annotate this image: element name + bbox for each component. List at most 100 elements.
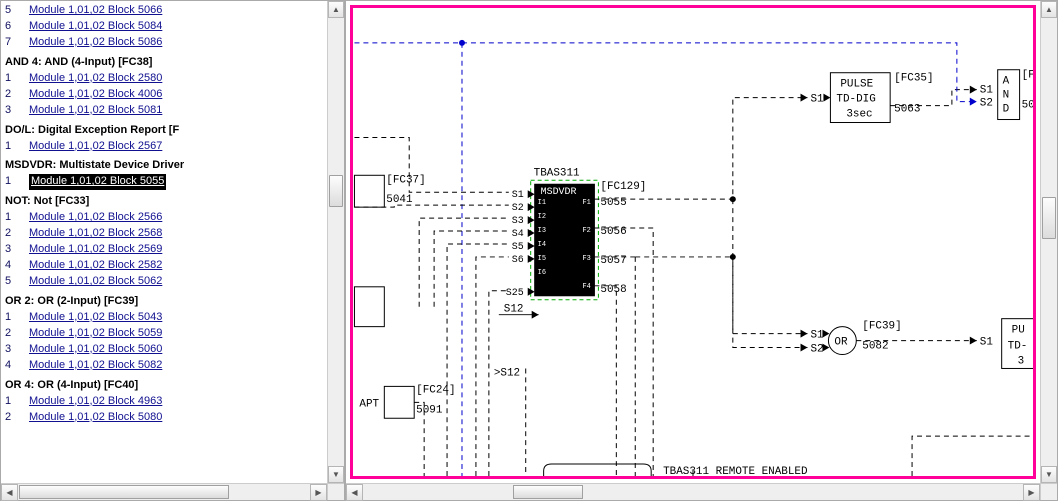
block-sub: TD- xyxy=(1008,341,1028,353)
tree-index: 4 xyxy=(5,258,17,274)
tree-index: 1 xyxy=(5,174,17,190)
svg-text:F3: F3 xyxy=(582,255,590,263)
arrowhead-icon xyxy=(801,330,808,338)
tree-link[interactable]: Module 1,01,02 Block 2569 xyxy=(29,242,162,258)
tree-group-header[interactable]: NOT: Not [FC33] xyxy=(5,194,340,210)
diagram-canvas[interactable]: S12 >S12 [FC37] 5041 APT [FC24] 5091 TBA… xyxy=(350,5,1036,479)
tree-row[interactable]: 1Module 1,01,02 Block 4963 xyxy=(5,394,340,410)
pin-label: >S12 xyxy=(494,367,520,379)
tree-row[interactable]: 1Module 1,01,02 Block 2566 xyxy=(5,210,340,226)
arrowhead-icon xyxy=(970,86,977,94)
block-output: 5091 xyxy=(416,404,443,416)
tree-link[interactable]: Module 1,01,02 Block 2566 xyxy=(29,210,162,226)
tree-link[interactable]: Module 1,01,02 Block 5066 xyxy=(29,3,162,19)
tree-group-header[interactable]: DO/L: Digital Exception Report [F xyxy=(5,123,340,139)
block-split[interactable] xyxy=(354,287,384,327)
block-title: TBAS311 xyxy=(534,167,580,179)
arrowhead-icon xyxy=(801,94,808,102)
block-fc-label: [FC39] xyxy=(862,321,901,333)
block-fc24[interactable] xyxy=(384,386,414,418)
tree-group-header[interactable]: MSDVDR: Multistate Device Driver xyxy=(5,158,340,174)
tree-group-header[interactable]: OR 2: OR (2-Input) [FC39] xyxy=(5,294,340,310)
block-sub: 3 xyxy=(1018,355,1025,367)
scroll-thumb[interactable] xyxy=(513,485,583,499)
tree-row[interactable]: 6 Module 1,01,02 Block 5084 xyxy=(5,19,340,35)
scroll-right-button[interactable]: ▶ xyxy=(310,484,327,501)
scroll-down-button[interactable]: ▼ xyxy=(1041,466,1057,483)
tree-vertical-scrollbar[interactable]: ▲ ▼ xyxy=(327,1,344,483)
scroll-left-button[interactable]: ◀ xyxy=(346,484,363,501)
wire xyxy=(354,137,508,192)
tree-link[interactable]: Module 1,01,02 Block 5055 xyxy=(29,174,166,190)
tree-link[interactable]: Module 1,01,02 Block 5081 xyxy=(29,103,162,119)
svg-text:I3: I3 xyxy=(538,227,546,235)
tree-row[interactable]: 2 Module 1,01,02 Block 5059 xyxy=(5,326,340,342)
arrowhead-icon xyxy=(970,98,977,106)
arrowhead-icon xyxy=(801,344,808,352)
tree-row[interactable]: 1Module 1,01,02 Block 2580 xyxy=(5,71,340,87)
pin-label: S2 xyxy=(810,344,823,356)
tree-row[interactable]: 3Module 1,01,02 Block 2569 xyxy=(5,242,340,258)
tree-row[interactable]: 4 Module 1,01,02 Block 2582 xyxy=(5,258,340,274)
pin-label: S2 xyxy=(980,98,993,110)
block-sub: TD-DIG xyxy=(836,94,875,106)
wire xyxy=(447,244,509,476)
block-fc-label: [FC129] xyxy=(600,181,646,193)
tree-link[interactable]: Module 1,01,02 Block 5059 xyxy=(29,326,162,342)
tree-link[interactable]: Module 1,01,02 Block 5043 xyxy=(29,310,162,326)
tree-pane: 5 Module 1,01,02 Block 5066 6 Module 1,01,0… xyxy=(0,0,345,501)
tree-index: 6 xyxy=(5,19,17,35)
tree-row[interactable]: 4Module 1,01,02 Block 5082 xyxy=(5,358,340,374)
tree-link[interactable]: Module 1,01,02 Block 2582 xyxy=(29,258,162,274)
tree-row[interactable]: 7 Module 1,01,02 Block 5086 xyxy=(5,35,340,51)
tree-row[interactable]: 2Module 1,01,02 Block 2568 xyxy=(5,226,340,242)
tree-row[interactable]: 5Module 1,01,02 Block 5062 xyxy=(5,274,340,290)
block-name-char: D xyxy=(1003,104,1010,116)
tree-link[interactable]: Module 1,01,02 Block 5060 xyxy=(29,342,162,358)
tree-horizontal-scrollbar[interactable]: ◀ ▶ xyxy=(1,483,327,500)
svg-text:F2: F2 xyxy=(582,227,590,235)
tree-index: 3 xyxy=(5,103,17,119)
scroll-down-button[interactable]: ▼ xyxy=(328,466,344,483)
diagram-vertical-scrollbar[interactable]: ▲ ▼ xyxy=(1040,1,1057,483)
tree-group-header[interactable]: AND 4: AND (4-Input) [FC38] xyxy=(5,55,340,71)
tree-row[interactable]: 5 Module 1,01,02 Block 5066 xyxy=(5,3,340,19)
block-fc37a[interactable] xyxy=(354,175,384,207)
diagram-svg[interactable]: S12 >S12 [FC37] 5041 APT [FC24] 5091 TBA… xyxy=(353,8,1033,476)
tree-row[interactable]: 1 Module 1,01,02 Block 5055 xyxy=(5,174,340,190)
scroll-right-button[interactable]: ▶ xyxy=(1023,484,1040,501)
tree-row[interactable]: 2Module 1,01,02 Block 4006 xyxy=(5,87,340,103)
scroll-thumb[interactable] xyxy=(1042,197,1056,239)
tree-link[interactable]: Module 1,01,02 Block 5062 xyxy=(29,274,162,290)
tree-link[interactable]: Module 1,01,02 Block 2567 xyxy=(29,139,162,155)
svg-text:S3: S3 xyxy=(512,215,524,226)
svg-text:I2: I2 xyxy=(538,213,546,221)
tree-row[interactable]: 2 Module 1,01,02 Block 5080 xyxy=(5,410,340,426)
tree-index: 5 xyxy=(5,3,17,19)
tree-index: 2 xyxy=(5,326,17,342)
tree-link[interactable]: Module 1,01,02 Block 2580 xyxy=(29,71,162,87)
block-fc-label: [FC24] xyxy=(416,384,455,396)
tree-index: 2 xyxy=(5,410,17,426)
tree-link[interactable]: Module 1,01,02 Block 5084 xyxy=(29,19,162,35)
scroll-thumb[interactable] xyxy=(329,175,343,207)
scroll-thumb[interactable] xyxy=(19,485,229,499)
tree-link[interactable]: Module 1,01,02 Block 5086 xyxy=(29,35,162,51)
scroll-up-button[interactable]: ▲ xyxy=(1041,1,1057,18)
scroll-left-button[interactable]: ◀ xyxy=(1,484,18,501)
tree-group-header[interactable]: OR 4: OR (4-Input) [FC40] xyxy=(5,378,340,394)
diagram-horizontal-scrollbar[interactable]: ◀ ▶ xyxy=(346,483,1040,500)
tree-index: 7 xyxy=(5,35,17,51)
tree-link[interactable]: Module 1,01,02 Block 4006 xyxy=(29,87,162,103)
tree-link[interactable]: Module 1,01,02 Block 4963 xyxy=(29,394,162,410)
block-name: PULSE xyxy=(840,79,873,91)
tree-row[interactable]: 3Module 1,01,02 Block 5060 xyxy=(5,342,340,358)
tree-link[interactable]: Module 1,01,02 Block 5082 xyxy=(29,358,162,374)
tree-row[interactable]: 1Module 1,01,02 Block 2567 xyxy=(5,139,340,155)
tree-row[interactable]: 1Module 1,01,02 Block 5043 xyxy=(5,310,340,326)
tree-link[interactable]: Module 1,01,02 Block 5080 xyxy=(29,410,162,426)
block-fc-label: [FC37] xyxy=(1022,70,1033,82)
tree-row[interactable]: 3 Module 1,01,02 Block 5081 xyxy=(5,103,340,119)
tree-link[interactable]: Module 1,01,02 Block 2568 xyxy=(29,226,162,242)
scroll-up-button[interactable]: ▲ xyxy=(328,1,344,18)
